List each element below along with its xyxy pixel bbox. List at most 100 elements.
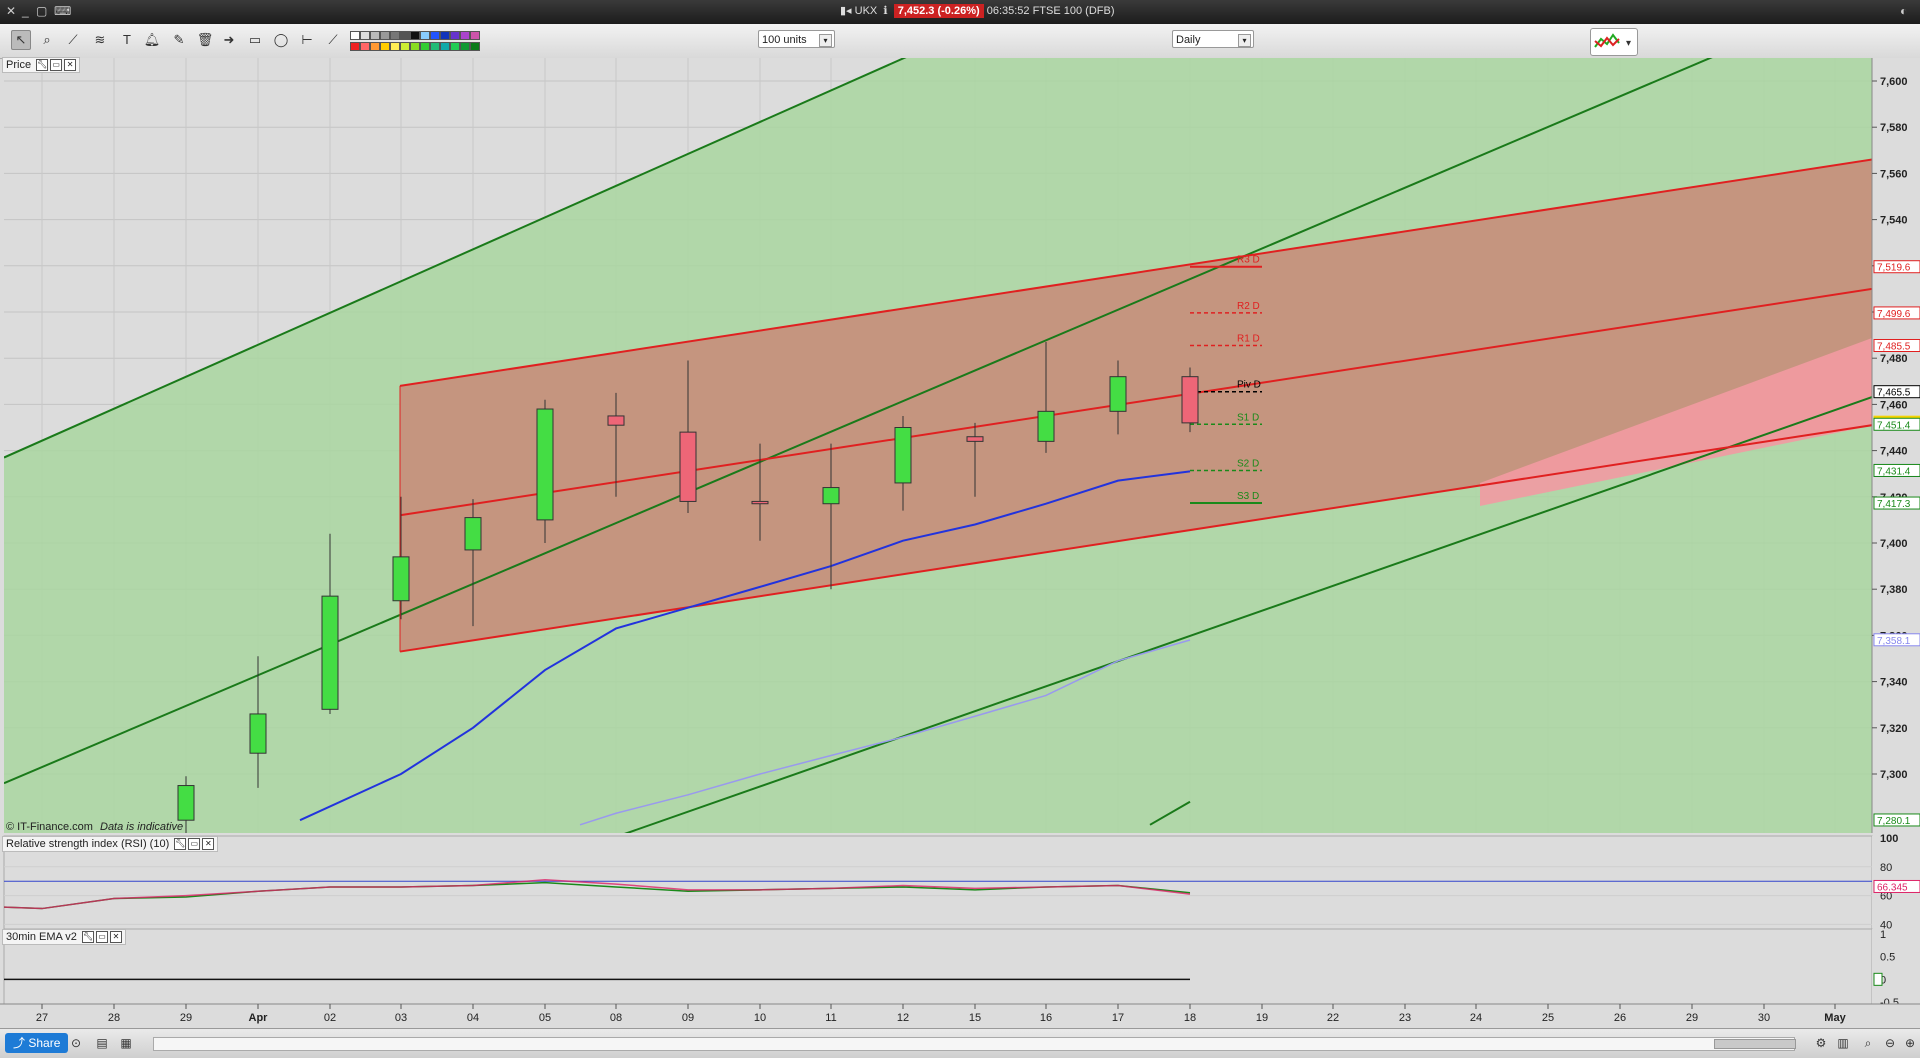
color-swatch[interactable] [360,42,370,51]
color-swatch[interactable] [450,42,460,51]
time-tick-label: 15 [969,1012,981,1024]
zoom-fit-icon[interactable]: ⌕ [1860,1035,1876,1051]
copyright-text: © IT-Finance.com [6,821,93,833]
time-tick-label: 08 [610,1012,622,1024]
rsi-level-label: 100 [1880,833,1898,845]
share-button[interactable]: ⤴ Share [5,1033,69,1053]
color-swatch[interactable] [370,31,380,40]
color-swatch[interactable] [440,31,450,40]
indicators-menu-button[interactable]: ▾ [1590,28,1638,56]
time-tick-label: 16 [1040,1012,1052,1024]
price-tick-label: 7,600 [1880,76,1908,88]
time-tick-label: 10 [754,1012,766,1024]
ema-panel-title: 30min EMA v2 [6,931,77,943]
ema-level-label: 0.5 [1880,952,1895,964]
trash-icon[interactable]: 🗑︎ [196,31,214,49]
price-tick-label: 7,560 [1880,168,1908,180]
restore-window-icon[interactable]: ▢ [36,4,47,18]
color-swatch[interactable] [440,42,450,51]
color-swatch[interactable] [410,31,420,40]
maximize-icon[interactable]: ▭ [188,838,201,851]
time-tick-label: 29 [1686,1012,1698,1024]
time-tick-label: May [1824,1012,1846,1024]
close-icon[interactable]: ✕ [202,838,215,851]
color-swatch[interactable] [390,42,400,51]
color-swatch[interactable] [450,31,460,40]
close-icon[interactable]: ✕ [109,931,122,944]
ema-panel-background [3,928,1873,1010]
chevron-down-icon: ▾ [1238,34,1251,47]
color-swatch[interactable] [380,31,390,40]
color-swatch[interactable] [400,31,410,40]
pivot-label: R1 D [1237,333,1260,344]
color-swatch[interactable] [470,42,480,51]
candle-body [679,431,697,502]
time-tick-label: 18 [1184,1012,1196,1024]
color-swatch[interactable] [470,31,480,40]
wrench-icon[interactable]: 🔧︎ [81,931,94,944]
bar-chart-icon[interactable]: ▥ [1835,1035,1851,1051]
keyboard-icon[interactable]: ⌨ [54,4,71,18]
color-swatch[interactable] [350,31,360,40]
color-swatch[interactable] [370,42,380,51]
color-swatch[interactable] [410,42,420,51]
horizontal-scrollbar[interactable] [153,1037,1796,1051]
link-icon[interactable]: ⊙ [68,1035,84,1051]
color-swatch[interactable] [390,31,400,40]
wrench-icon[interactable]: 🔧︎ [36,59,49,72]
price-badge-label: 7,280.1 [1877,816,1911,827]
color-palette [350,31,505,53]
scrollbar-thumb[interactable] [1714,1039,1796,1049]
pin-icon[interactable]: ◐ [1900,4,1907,18]
layout-icon[interactable]: ▤ [94,1035,110,1051]
candle-body [894,427,912,484]
candle-body [177,785,195,821]
eraser-icon[interactable]: ✎ [170,31,188,49]
alert-bell-icon[interactable]: 🔔︎ [143,31,161,49]
chart-area[interactable]: R3 D R2 D R1 D Piv D S1 D S2 D S3 D 7,600 7,580… [0,58,1920,1028]
color-swatch[interactable] [460,42,470,51]
wrench-icon[interactable]: 🔧︎ [174,838,187,851]
info-icon[interactable]: ℹ [883,5,887,17]
color-swatch[interactable] [360,31,370,40]
channel-tool-icon[interactable]: ≋ [91,31,109,49]
maximize-icon[interactable]: ▭ [95,931,108,944]
rectangle-tool-icon[interactable]: ▭ [246,31,264,49]
maximize-icon[interactable]: ▭ [50,59,63,72]
horizontal-line-tool-icon[interactable]: ⊢ [298,31,316,49]
price-badge-label: 7,465.5 [1877,388,1911,399]
text-tool-icon[interactable]: T [118,31,136,49]
minimize-window-icon[interactable]: _ [22,4,29,18]
candle-body [966,436,984,442]
close-window-icon[interactable]: ✕ [6,4,16,18]
line-tool-icon[interactable]: ⟋ [324,31,342,49]
color-swatch[interactable] [420,42,430,51]
candle-body [1037,410,1055,442]
close-icon[interactable]: ✕ [64,59,77,72]
candle-body [321,595,339,710]
color-swatch[interactable] [400,42,410,51]
share-icon: ⤴ [13,1036,26,1050]
color-swatch[interactable] [430,31,440,40]
zoom-out-icon[interactable]: ⊖ [1882,1035,1898,1051]
color-swatch[interactable] [420,31,430,40]
color-swatch[interactable] [460,31,470,40]
pointer-tool-icon[interactable]: ↖ [11,30,31,50]
chart-settings-icon[interactable]: ⚙ [1813,1035,1829,1051]
ema-panel-label: 30min EMA v2 🔧︎ ▭ ✕ [2,929,126,945]
time-tick-label: 19 [1256,1012,1268,1024]
grid-icon[interactable]: ▦ [118,1035,134,1051]
ellipse-tool-icon[interactable]: ◯ [272,31,290,49]
zoom-tool-icon[interactable]: ⌕ [38,31,56,49]
color-swatch[interactable] [430,42,440,51]
trend-tool-icon[interactable]: ⟋ [64,31,82,49]
zoom-in-icon[interactable]: ⊕ [1902,1035,1918,1051]
color-swatch[interactable] [350,42,360,51]
time-tick-label: 29 [180,1012,192,1024]
units-select[interactable]: 100 units ▾ [758,30,835,48]
time-axis-background [0,1004,1920,1028]
time-tick-label: 27 [36,1012,48,1024]
interval-select[interactable]: Daily ▾ [1172,30,1254,48]
arrow-tool-icon[interactable]: ➜ [220,31,238,49]
color-swatch[interactable] [380,42,390,51]
